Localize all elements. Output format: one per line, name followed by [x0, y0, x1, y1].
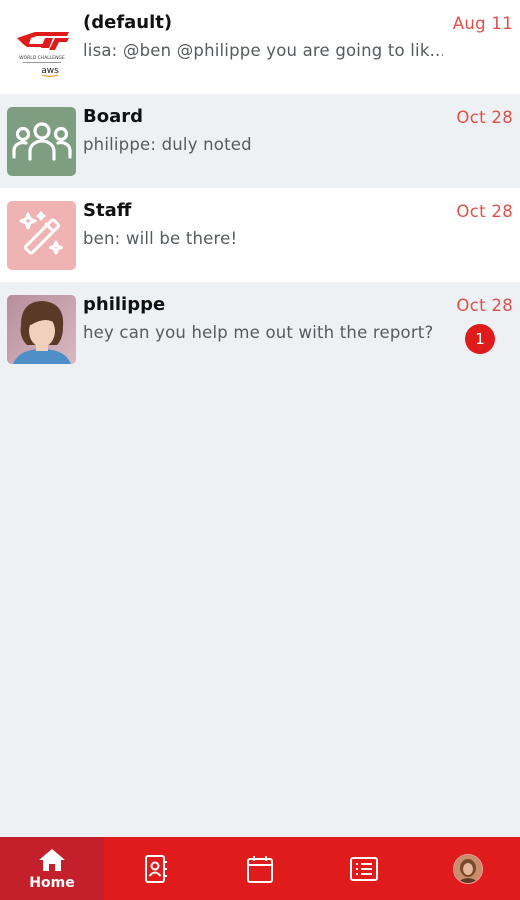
calendar-icon [247, 855, 273, 883]
event-logo-sub: WORLD CHALLENGE [19, 55, 65, 61]
event-logo: WORLD CHALLENGE aws [7, 13, 76, 82]
unread-badge: 1 [465, 324, 495, 354]
conversation-preview: hey can you help me out with the report? [83, 323, 434, 342]
tab-calendar[interactable] [208, 837, 312, 900]
conversation-title: Staff [83, 200, 132, 221]
conversation-title: Board [83, 106, 143, 127]
bottom-tab-bar: Home [0, 837, 520, 900]
tab-contacts[interactable] [104, 837, 208, 900]
magic-wand-icon [7, 201, 76, 270]
list-icon [350, 856, 378, 881]
conversation-title: philippe [83, 294, 166, 315]
conversation-date: Aug 11 [452, 14, 513, 33]
conversation-preview: philippe: duly noted [83, 135, 252, 154]
tab-profile[interactable] [416, 837, 520, 900]
conversation-title: (default) [83, 12, 173, 33]
tab-list[interactable] [312, 837, 416, 900]
conversation-row-board[interactable]: Board philippe: duly noted Oct 28 [0, 94, 520, 188]
user-photo [7, 295, 76, 364]
conversation-preview: ben: will be there! [83, 229, 238, 248]
conversation-row-default[interactable]: WORLD CHALLENGE aws (default) lisa: @ben… [0, 0, 520, 94]
conversation-list: WORLD CHALLENGE aws (default) lisa: @ben… [0, 0, 520, 376]
conversation-row-philippe[interactable]: philippe hey can you help me out with th… [0, 282, 520, 376]
profile-avatar [453, 853, 483, 884]
home-icon [39, 848, 65, 871]
contacts-icon [145, 854, 167, 883]
event-logo-mark [16, 31, 69, 50]
conversation-preview: lisa: @ben @philippe you are going to li… [83, 41, 443, 60]
conversation-date: Oct 28 [456, 108, 513, 127]
tab-home[interactable]: Home [0, 837, 104, 900]
tab-home-label: Home [29, 874, 75, 891]
group-icon [7, 107, 76, 176]
conversation-date: Oct 28 [456, 296, 513, 315]
conversation-date: Oct 28 [456, 202, 513, 221]
aws-logo-text: aws [41, 66, 59, 76]
conversation-row-staff[interactable]: Staff ben: will be there! Oct 28 [0, 188, 520, 282]
